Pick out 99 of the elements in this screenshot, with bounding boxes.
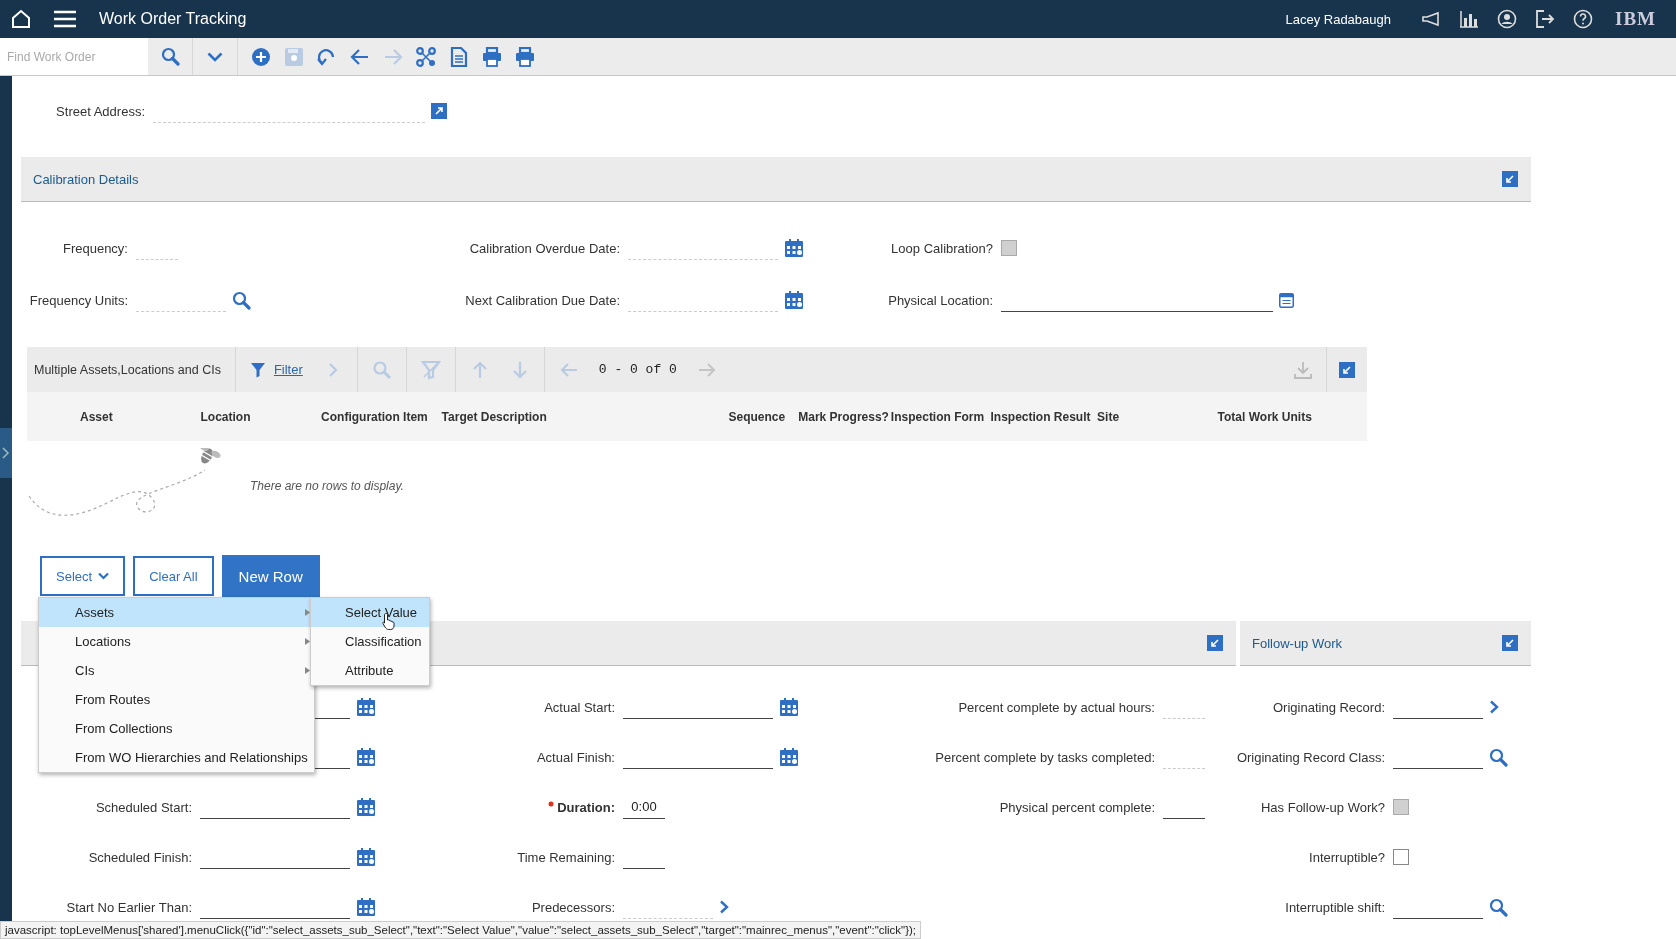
field-label: Street Address: bbox=[55, 103, 145, 119]
menu-item[interactable]: CIs bbox=[39, 656, 314, 685]
printer-icon[interactable] bbox=[482, 46, 502, 67]
column-header[interactable]: Sequence bbox=[728, 409, 786, 424]
collapse-icon[interactable] bbox=[1502, 635, 1518, 651]
submenu-arrow-icon bbox=[305, 638, 310, 645]
calendar-icon[interactable] bbox=[356, 897, 376, 917]
new-row-button[interactable]: New Row bbox=[221, 555, 320, 597]
menu-item[interactable]: Select Value bbox=[311, 598, 429, 627]
field-label: Interruptible? bbox=[1308, 849, 1385, 865]
field-label: Percent complete by actual hours: bbox=[957, 699, 1155, 715]
required-icon bbox=[548, 800, 555, 807]
field-label: Percent complete by tasks completed: bbox=[934, 749, 1155, 765]
megaphone-icon[interactable] bbox=[1421, 10, 1441, 28]
collapse-icon[interactable] bbox=[1502, 171, 1518, 187]
input-field[interactable]: 0:00 bbox=[623, 795, 665, 819]
search-icon[interactable] bbox=[160, 47, 180, 66]
calendar-icon[interactable] bbox=[784, 290, 804, 310]
field-label: Next Calibration Due Date: bbox=[464, 292, 620, 308]
page-count: 0 - 0 of 0 bbox=[598, 362, 677, 377]
field-label: Duration: bbox=[385, 799, 615, 815]
bar-chart-icon[interactable] bbox=[1459, 10, 1479, 28]
section-title[interactable]: Follow-up Work bbox=[1252, 635, 1343, 651]
column-header[interactable]: Site bbox=[1097, 409, 1120, 424]
calendar-icon[interactable] bbox=[779, 747, 799, 767]
filter-link[interactable]: Filter bbox=[273, 362, 303, 377]
field-label: Start No Earlier Than: bbox=[65, 899, 192, 915]
calendar-icon[interactable] bbox=[356, 697, 376, 717]
menu-item[interactable]: From Routes bbox=[39, 685, 314, 714]
calendar-icon[interactable] bbox=[356, 797, 376, 817]
collapse-icon[interactable] bbox=[1339, 361, 1355, 378]
status-bar: javascript: topLevelMenus['shared'].menuClick({"id":"select_assets_sub_Select","text":"Select Value","value":"select_assets_sub_Select","target":"mainrec_menus","event":"click"}); bbox=[0, 921, 922, 939]
submenu-arrow-icon bbox=[305, 667, 310, 674]
chevron-right-icon[interactable] bbox=[719, 900, 729, 914]
add-icon[interactable] bbox=[251, 46, 271, 67]
calendar-icon[interactable] bbox=[356, 747, 376, 767]
calendar-icon[interactable] bbox=[784, 238, 804, 258]
field-label: Originating Record: bbox=[1272, 699, 1385, 715]
field-label: Loop Calibration? bbox=[890, 240, 993, 256]
select-dropdown-button[interactable]: Select bbox=[40, 556, 126, 596]
field-label: Frequency Units: bbox=[28, 292, 128, 308]
checkbox[interactable] bbox=[1393, 849, 1409, 865]
field-label: Physical percent complete: bbox=[998, 799, 1155, 815]
field-label: Interruptible shift: bbox=[1284, 899, 1385, 915]
column-header[interactable]: Target Description bbox=[441, 409, 547, 424]
help-icon[interactable] bbox=[1573, 9, 1593, 29]
chevron-down-icon[interactable] bbox=[207, 51, 223, 62]
brand-logo: IBM bbox=[1615, 8, 1656, 30]
field-label: Predecessors: bbox=[530, 899, 615, 915]
field-label: Actual Start: bbox=[543, 699, 615, 715]
field-label: Has Follow-up Work? bbox=[1259, 799, 1385, 815]
logout-icon[interactable] bbox=[1535, 9, 1555, 29]
column-header[interactable]: Location bbox=[200, 409, 251, 424]
section-title[interactable]: Calibration Details bbox=[33, 171, 139, 187]
calendar-icon[interactable] bbox=[779, 697, 799, 717]
document-icon[interactable] bbox=[449, 46, 469, 67]
home-icon[interactable] bbox=[10, 8, 32, 30]
menu-item[interactable]: Attribute bbox=[311, 656, 429, 685]
field-label: Calibration Overdue Date: bbox=[468, 240, 620, 256]
field-label: Actual Finish: bbox=[535, 749, 615, 765]
workflow-icon[interactable] bbox=[416, 46, 436, 67]
chevron-right-icon[interactable] bbox=[1489, 700, 1499, 714]
expand-handle[interactable] bbox=[0, 427, 12, 478]
column-header[interactable]: Total Work Units bbox=[1217, 409, 1312, 424]
search-field[interactable]: Find Work Order bbox=[0, 38, 148, 75]
menu-item[interactable]: Classification bbox=[311, 627, 429, 656]
menu-icon[interactable] bbox=[53, 9, 77, 29]
open-link-icon[interactable] bbox=[431, 103, 447, 119]
menu-item[interactable]: From WO Hierarchies and Relationships bbox=[39, 743, 314, 772]
column-header[interactable]: Asset bbox=[80, 409, 113, 424]
user-icon[interactable] bbox=[1497, 9, 1517, 29]
window-title: Work Order Tracking bbox=[99, 10, 247, 28]
field-label: Physical Location: bbox=[887, 292, 993, 308]
field-label: Frequency: bbox=[61, 240, 128, 256]
menu-item[interactable]: Locations bbox=[39, 627, 314, 656]
chevron-down-icon bbox=[98, 572, 110, 580]
search-icon[interactable] bbox=[1489, 747, 1508, 767]
clear-all-button[interactable]: Clear All bbox=[133, 556, 214, 596]
search-icon[interactable] bbox=[1489, 897, 1508, 917]
back-arrow-icon[interactable] bbox=[350, 46, 370, 67]
collapse-icon[interactable] bbox=[1207, 635, 1223, 651]
filter-icon[interactable] bbox=[249, 361, 266, 378]
column-header[interactable]: Inspection Form bbox=[890, 409, 985, 424]
field-label: Originating Record Class: bbox=[1235, 749, 1385, 765]
field-label: Scheduled Finish: bbox=[87, 849, 192, 865]
menu-item[interactable]: From Collections bbox=[39, 714, 314, 743]
column-header[interactable]: Configuration Item bbox=[321, 409, 428, 424]
calendar-icon[interactable] bbox=[356, 847, 376, 867]
search-icon[interactable] bbox=[232, 290, 251, 310]
undo-icon[interactable] bbox=[317, 46, 337, 67]
column-header[interactable]: Inspection Result bbox=[990, 409, 1091, 424]
column-header[interactable]: Mark Progress? bbox=[798, 409, 889, 424]
empty-message: There are no rows to display. bbox=[250, 478, 404, 493]
detail-menu-icon[interactable] bbox=[1279, 292, 1294, 308]
submenu-arrow-icon bbox=[305, 609, 310, 616]
printer-icon[interactable] bbox=[515, 46, 535, 67]
field-label: Scheduled Start: bbox=[94, 799, 192, 815]
user-name[interactable]: Lacey Radabaugh bbox=[1285, 11, 1391, 27]
field-label: Time Remaining: bbox=[516, 849, 615, 865]
